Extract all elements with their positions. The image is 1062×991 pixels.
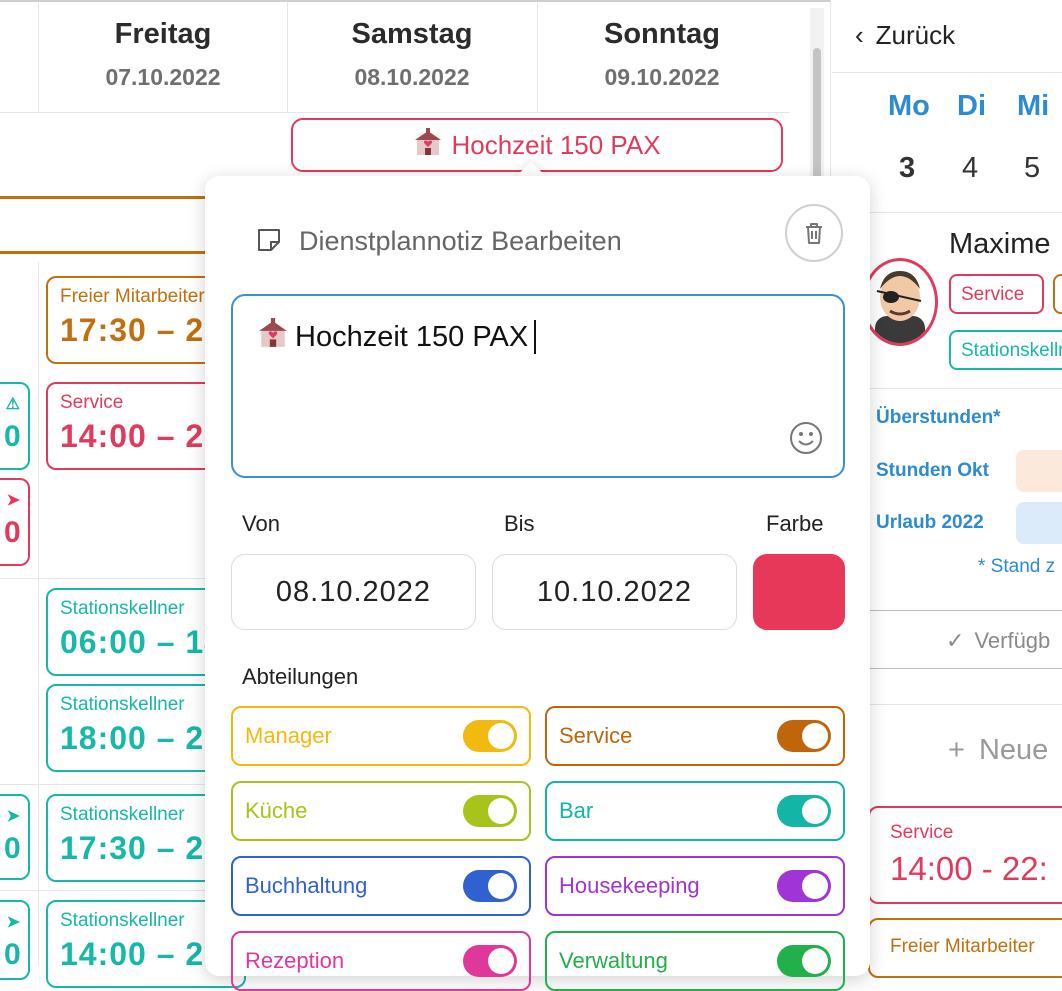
column-divider bbox=[537, 0, 538, 112]
right-shift-card[interactable]: Freier Mitarbeiter bbox=[868, 918, 1062, 978]
emoji-icon[interactable] bbox=[789, 421, 823, 460]
department-label: Verwaltung bbox=[559, 948, 668, 973]
employee-name: Maxime bbox=[949, 228, 1051, 260]
day-name-saturday: Samstag bbox=[351, 18, 473, 50]
divider bbox=[862, 610, 1062, 611]
department-toggle-manager[interactable]: Manager bbox=[231, 706, 531, 766]
department-label: Buchhaltung bbox=[245, 873, 368, 898]
row-divider bbox=[0, 578, 205, 579]
weekday-label: Di bbox=[957, 90, 986, 122]
department-switch[interactable] bbox=[463, 870, 517, 902]
department-label: Manager bbox=[245, 723, 332, 748]
text-cursor bbox=[534, 320, 537, 354]
right-shift-card[interactable]: Service 14:00 - 22: bbox=[868, 806, 1062, 904]
vacation-value-box bbox=[1016, 502, 1062, 544]
note-textarea[interactable]: Hochzeit 150 PAX bbox=[231, 294, 845, 478]
divider bbox=[862, 704, 1062, 705]
day-date-friday: 07.10.2022 bbox=[105, 64, 221, 90]
weekday-label: Mi bbox=[1017, 90, 1050, 122]
day-number-selected[interactable]: 3 bbox=[899, 152, 915, 185]
row-divider bbox=[0, 890, 205, 891]
overtime-label: Überstunden* bbox=[876, 407, 1001, 428]
popover-title: Dienstplannotiz Bearbeiten bbox=[299, 226, 622, 256]
day-number[interactable]: 4 bbox=[962, 152, 978, 185]
trash-icon bbox=[806, 223, 822, 244]
stand-note: * Stand z bbox=[978, 556, 1056, 577]
department-label: Bar bbox=[559, 798, 594, 823]
send-icon: ➤ bbox=[6, 808, 20, 825]
shift-chip[interactable]: ⚠ 0 bbox=[0, 382, 30, 470]
send-icon: ➤ bbox=[6, 492, 20, 509]
header-divider bbox=[832, 72, 1062, 73]
divider bbox=[862, 668, 1062, 669]
department-switch[interactable] bbox=[777, 945, 831, 977]
department-toggle-housekeeping[interactable]: Housekeeping bbox=[545, 856, 845, 916]
from-label: Von bbox=[242, 511, 280, 536]
to-label: Bis bbox=[504, 511, 535, 536]
department-switch[interactable] bbox=[777, 870, 831, 902]
availability-button[interactable]: ✓ Verfügb bbox=[946, 628, 1050, 654]
shift-chip[interactable]: ➤ 0 bbox=[0, 478, 30, 566]
departments-label: Abteilungen bbox=[242, 664, 359, 689]
column-divider bbox=[38, 0, 39, 112]
top-border bbox=[0, 0, 830, 2]
back-button[interactable]: ‹ Zurück bbox=[855, 20, 955, 51]
wedding-chapel-icon bbox=[413, 127, 443, 163]
header-divider bbox=[0, 112, 790, 113]
hours-label: Stunden Okt bbox=[876, 460, 989, 481]
color-label: Farbe bbox=[766, 511, 824, 536]
event-note-text: Hochzeit 150 PAX bbox=[451, 129, 661, 160]
day-name-sunday: Sonntag bbox=[604, 18, 720, 50]
department-switch[interactable] bbox=[777, 795, 831, 827]
department-switch[interactable] bbox=[463, 795, 517, 827]
department-toggle-rezeption[interactable]: Rezeption bbox=[231, 931, 531, 991]
tag-service: Service bbox=[949, 274, 1044, 314]
day-name-friday: Freitag bbox=[114, 18, 212, 50]
wedding-chapel-icon bbox=[257, 318, 289, 356]
shift-chip[interactable]: ➤ 0 bbox=[0, 900, 30, 980]
delete-button[interactable] bbox=[785, 204, 843, 262]
note-text: Hochzeit 150 PAX bbox=[295, 320, 529, 353]
day-date-saturday: 08.10.2022 bbox=[354, 64, 470, 90]
department-toggle-küche[interactable]: Küche bbox=[231, 781, 531, 841]
row-divider bbox=[0, 784, 205, 785]
scrollbar-thumb[interactable] bbox=[813, 48, 821, 188]
department-label: Service bbox=[559, 723, 633, 748]
department-toggle-service[interactable]: Service bbox=[545, 706, 845, 766]
department-label: Rezeption bbox=[245, 948, 345, 973]
tag-freelancer bbox=[1053, 274, 1062, 314]
department-toggle-bar[interactable]: Bar bbox=[545, 781, 845, 841]
warning-icon: ⚠ bbox=[5, 396, 20, 413]
department-switch[interactable] bbox=[463, 945, 517, 977]
department-switch[interactable] bbox=[777, 720, 831, 752]
weekday-label: Mo bbox=[888, 90, 930, 122]
column-divider bbox=[38, 262, 39, 966]
avatar bbox=[862, 258, 938, 346]
new-shift-button[interactable]: + Neue bbox=[948, 734, 1048, 767]
chevron-left-icon: ‹ bbox=[855, 20, 864, 50]
shift-chip[interactable]: ➤ 0 bbox=[0, 794, 30, 880]
department-toggle-buchhaltung[interactable]: Buchhaltung bbox=[231, 856, 531, 916]
chat-check-icon: ✓ bbox=[946, 628, 965, 653]
send-icon: ➤ bbox=[6, 914, 20, 931]
event-note-pill[interactable]: Hochzeit 150 PAX bbox=[291, 118, 783, 172]
department-toggle-verwaltung[interactable]: Verwaltung bbox=[545, 931, 845, 991]
plus-icon: + bbox=[948, 734, 965, 766]
divider bbox=[862, 388, 1062, 389]
tag-stationskellner: Stationskellner bbox=[949, 330, 1062, 370]
column-divider bbox=[287, 0, 288, 112]
day-number[interactable]: 5 bbox=[1024, 152, 1040, 185]
to-date-field[interactable]: 10.10.2022 bbox=[492, 554, 737, 630]
department-label: Küche bbox=[245, 798, 308, 823]
day-date-sunday: 09.10.2022 bbox=[604, 64, 720, 90]
note-icon bbox=[255, 226, 283, 259]
department-label: Housekeeping bbox=[559, 873, 700, 898]
hours-value-box bbox=[1016, 450, 1062, 492]
department-switch[interactable] bbox=[463, 720, 517, 752]
from-date-field[interactable]: 08.10.2022 bbox=[231, 554, 476, 630]
color-swatch[interactable] bbox=[753, 554, 845, 630]
vacation-label: Urlaub 2022 bbox=[876, 512, 984, 533]
